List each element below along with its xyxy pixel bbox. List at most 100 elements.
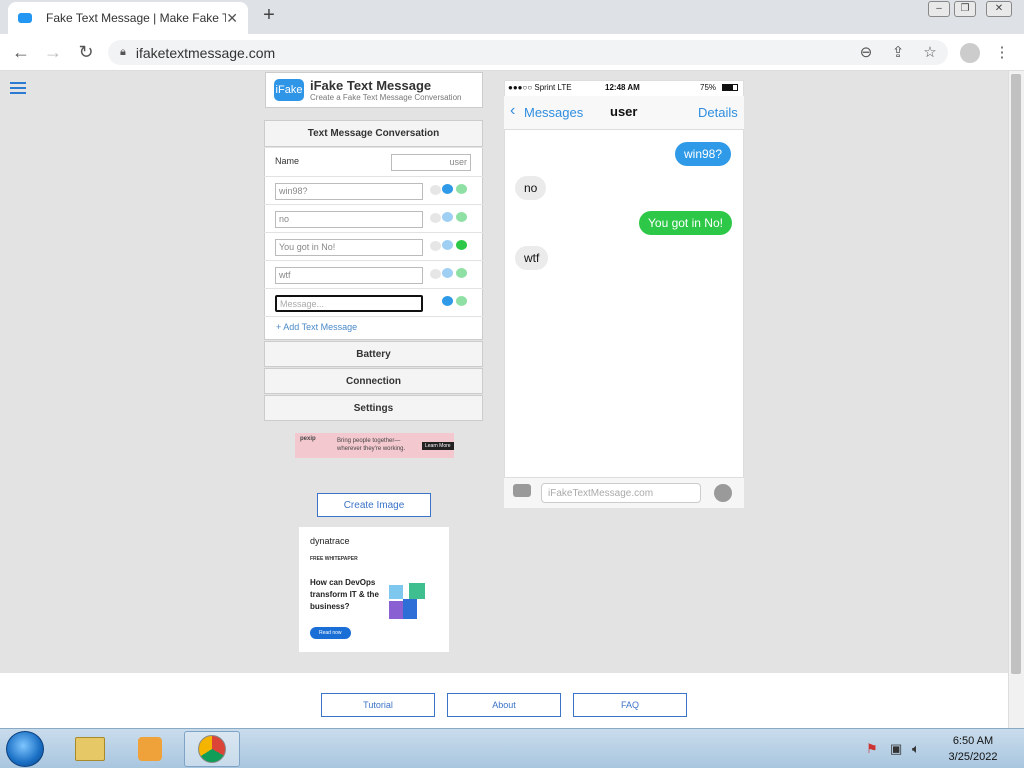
site-name: iFake Text Message <box>310 78 432 93</box>
volume-icon[interactable]: 🔈︎ <box>912 741 920 757</box>
taskbar-explorer[interactable] <box>62 731 118 767</box>
taskbar-chrome[interactable] <box>184 731 240 767</box>
zoom-icon[interactable]: ⊖ <box>856 43 876 61</box>
ad-cta[interactable]: Learn More <box>422 442 454 450</box>
whitepaper-ad[interactable]: dynatrace FREE WHITEPAPER How can DevOps… <box>299 527 449 652</box>
message-input[interactable]: You got in No! <box>275 239 423 256</box>
scrollbar-thumb[interactable] <box>1011 74 1021 674</box>
imessage-bubble-toggle[interactable] <box>442 296 453 306</box>
ad-read-now-button[interactable]: Read now <box>310 627 351 639</box>
connection-section[interactable]: Connection <box>264 368 483 394</box>
system-clock[interactable]: 6:50 AM 3/25/2022 <box>928 733 1018 765</box>
puzzle-graphic-icon <box>389 601 403 619</box>
imessage-bubble-toggle[interactable] <box>442 212 453 222</box>
chrome-icon <box>198 735 226 763</box>
carrier-signal: ●●●○○ Sprint LTE <box>508 83 572 92</box>
puzzle-graphic-icon <box>409 583 425 599</box>
reload-icon[interactable]: ↻ <box>75 42 97 63</box>
sms-bubble-toggle[interactable] <box>456 268 467 278</box>
incoming-bubble-toggle[interactable] <box>430 241 441 251</box>
message-row: wtf <box>264 261 483 289</box>
message-input[interactable]: no <box>275 211 423 228</box>
url-text: ifaketextmessage.com <box>135 44 276 61</box>
forward-arrow-icon[interactable]: → <box>42 42 64 63</box>
menu-dots-icon[interactable]: ⋮ <box>992 43 1012 61</box>
clock-time: 6:50 AM <box>952 735 994 747</box>
message-input[interactable]: win98? <box>275 183 423 200</box>
message-bubble-outgoing: win98? <box>675 142 732 166</box>
bookmark-star-icon[interactable]: ☆ <box>920 43 940 61</box>
tutorial-button[interactable]: Tutorial <box>321 693 435 717</box>
conversation-section-header[interactable]: Text Message Conversation <box>264 120 483 147</box>
lock-icon: 🔒︎ <box>120 46 126 58</box>
sms-bubble-toggle[interactable] <box>456 184 467 194</box>
camera-icon[interactable] <box>513 484 531 497</box>
new-tab-button[interactable]: + <box>258 4 280 27</box>
message-input[interactable]: wtf <box>275 267 423 284</box>
name-row: Name user <box>264 149 483 177</box>
message-bubble-incoming: no <box>515 176 547 200</box>
back-chevron-icon[interactable]: ‹ <box>510 102 515 120</box>
minimize-button[interactable]: – <box>928 1 950 17</box>
site-tagline: Create a Fake Text Message Conversation <box>310 93 462 102</box>
message-bubble-incoming: wtf <box>515 246 549 270</box>
compose-bar: iFakeTextMessage.com <box>504 477 744 508</box>
folder-icon <box>75 737 105 761</box>
new-message-input[interactable]: Message... <box>275 295 423 312</box>
profile-avatar-icon[interactable] <box>960 43 980 63</box>
back-arrow-icon[interactable]: ← <box>10 42 32 63</box>
battery-icon <box>722 84 738 91</box>
imessage-bubble-toggle[interactable] <box>442 268 453 278</box>
logo-mark: iFake <box>274 79 304 101</box>
close-tab-icon[interactable]: ✕ <box>226 10 238 27</box>
site-logo[interactable]: iFake iFake Text Message Create a Fake T… <box>265 72 483 108</box>
status-time: 12:48 AM <box>605 83 640 92</box>
battery-section[interactable]: Battery <box>264 341 483 367</box>
message-row: no <box>264 205 483 233</box>
close-window-button[interactable]: ✕ <box>986 1 1012 17</box>
name-input[interactable]: user <box>391 154 471 171</box>
sms-bubble-toggle[interactable] <box>456 296 467 306</box>
about-button[interactable]: About <box>447 693 561 717</box>
create-image-button[interactable]: Create Image <box>317 493 431 517</box>
restore-button[interactable]: ❐ <box>954 1 976 17</box>
start-button[interactable] <box>6 731 44 767</box>
compose-input[interactable]: iFakeTextMessage.com <box>541 483 701 503</box>
browser-tab[interactable]: Fake Text Message | Make Fake Te ✕ <box>8 2 248 34</box>
incoming-bubble-toggle[interactable] <box>430 213 441 223</box>
ad-text: Bring people together— wherever they're … <box>337 438 406 452</box>
status-bar: ●●●○○ Sprint LTE 12:48 AM 75% <box>504 80 744 96</box>
puzzle-graphic-icon <box>403 599 417 619</box>
details-link[interactable]: Details <box>698 105 738 120</box>
network-icon[interactable]: ▣ <box>890 741 902 757</box>
address-bar[interactable]: 🔒︎ ifaketextmessage.com <box>108 40 948 65</box>
name-label: Name <box>275 156 300 166</box>
media-player-icon <box>138 737 162 761</box>
new-message-row: Message... <box>264 289 483 317</box>
sms-bubble-toggle[interactable] <box>456 240 467 250</box>
incoming-bubble-toggle[interactable] <box>430 269 441 279</box>
tab-title: Fake Text Message | Make Fake Te <box>46 11 227 25</box>
faq-button[interactable]: FAQ <box>573 693 687 717</box>
microphone-icon[interactable] <box>714 484 732 502</box>
messages-back-link[interactable]: Messages <box>524 105 583 120</box>
imessage-bubble-toggle[interactable] <box>442 184 453 194</box>
add-text-message-link[interactable]: + Add Text Message <box>276 322 357 332</box>
ad-headline: How can DevOps transform IT & the busine… <box>310 578 379 611</box>
ad-label: FREE WHITEPAPER <box>310 556 358 562</box>
incoming-bubble-toggle[interactable] <box>430 297 441 307</box>
clock-date: 3/25/2022 <box>948 751 998 763</box>
action-center-icon[interactable]: ⚑ <box>866 741 878 757</box>
ad-brand: pexip <box>300 436 316 442</box>
share-icon[interactable]: ⇪ <box>888 43 908 61</box>
imessage-bubble-toggle[interactable] <box>442 240 453 250</box>
banner-ad[interactable]: pexip Bring people together— wherever th… <box>295 433 454 458</box>
battery-percent: 75% <box>700 83 717 92</box>
taskbar-media-player[interactable] <box>122 731 178 767</box>
settings-section[interactable]: Settings <box>264 395 483 421</box>
contact-name: user <box>610 104 638 119</box>
sms-bubble-toggle[interactable] <box>456 212 467 222</box>
puzzle-graphic-icon <box>389 585 403 599</box>
hamburger-menu-icon[interactable] <box>10 82 26 96</box>
incoming-bubble-toggle[interactable] <box>430 185 441 195</box>
